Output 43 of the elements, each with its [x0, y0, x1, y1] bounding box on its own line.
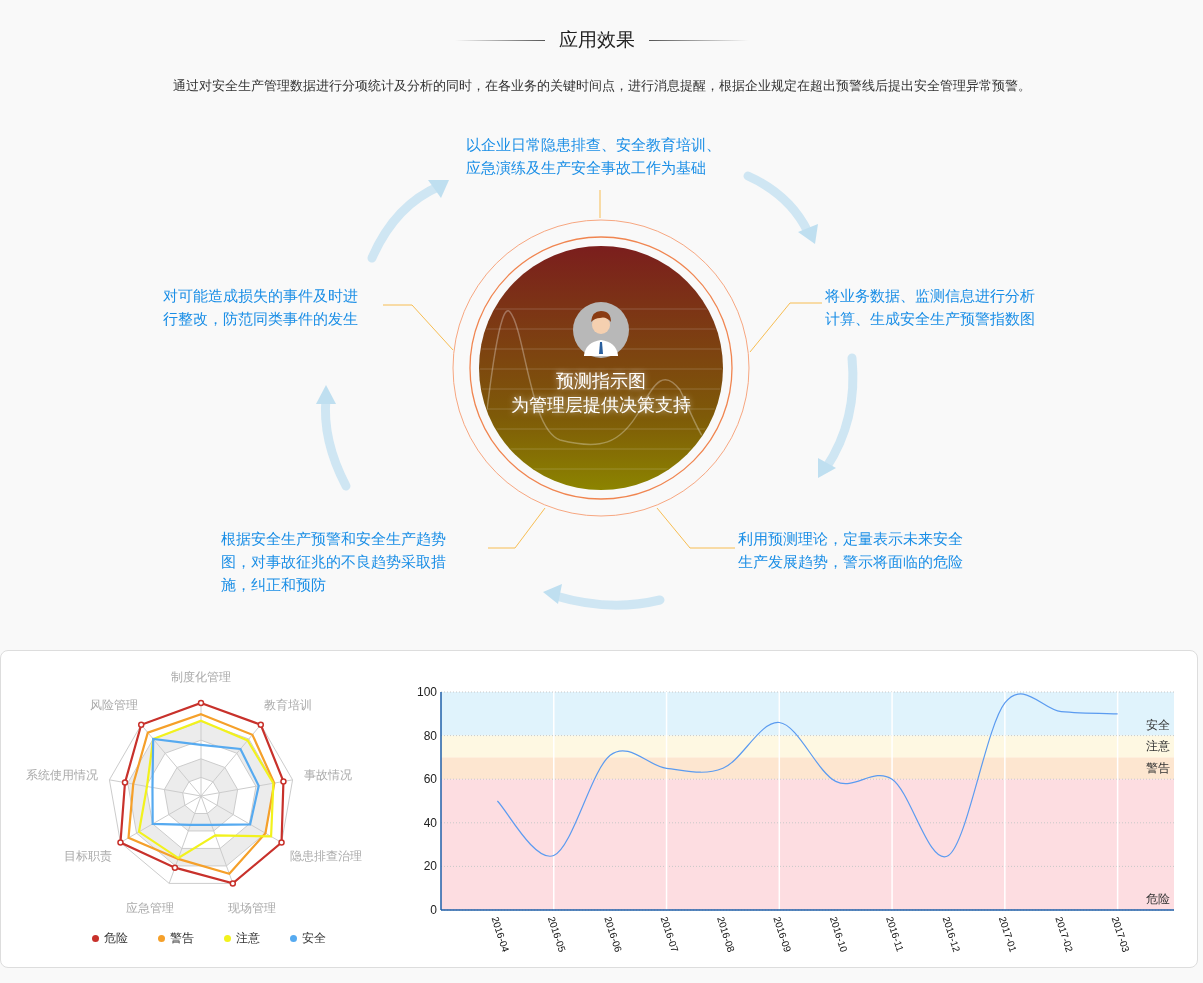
y-tick-label: 40 — [423, 815, 437, 830]
radar-axis-label: 目标职责 — [63, 848, 112, 863]
step-description: 以企业日常隐患排查、安全教育培训、 应急演练及生产安全事故工作为基础 — [466, 135, 721, 178]
connector-line — [599, 189, 601, 219]
step-description: 将业务数据、监测信息进行分析 计算、生成安全生产预警指数图 — [825, 286, 1035, 329]
legend-label[interactable]: 警告 — [170, 929, 194, 947]
connector-line — [382, 304, 454, 351]
x-tick-label: 2017-01 — [996, 915, 1019, 954]
radar-axis-label: 应急管理 — [126, 900, 175, 915]
radar-axis-label: 事故情况 — [304, 768, 353, 783]
center-caption: 预测指示图 为管理层提供决策支持 — [510, 370, 692, 417]
y-tick-label: 80 — [423, 728, 437, 743]
legend-label[interactable]: 危险 — [104, 929, 128, 947]
connector-line — [487, 507, 546, 549]
legend-label[interactable]: 注意 — [236, 929, 260, 947]
step-description: 根据安全生产预警和安全生产趋势 图，对事故征兆的不良趋势采取措 施，纠正和预防 — [221, 529, 446, 595]
x-tick-label: 2016-11 — [884, 915, 906, 953]
threshold-label: 安全 — [1146, 717, 1170, 732]
x-tick-label: 2017-03 — [1109, 915, 1132, 954]
threshold-label: 注意 — [1146, 739, 1170, 754]
threshold-label: 警告 — [1146, 761, 1170, 776]
threshold-label: 危险 — [1146, 892, 1170, 906]
y-tick-label: 0 — [430, 903, 437, 917]
section-description: 通过对安全生产管理数据进行分项统计及分析的同时，在各业务的关键时间点，进行消息提醒，根据企业规定在超出预警线后提出安全管理异常预警。 — [171, 76, 1032, 95]
x-tick-label: 2016-04 — [489, 915, 512, 954]
radar-axis-label: 制度化管理 — [171, 669, 231, 684]
step-description: 对可能造成损失的事件及时进 行整改，防范同类事件的发生 — [163, 286, 358, 329]
x-tick-label: 2016-07 — [658, 915, 681, 954]
y-tick-label: 60 — [423, 772, 437, 787]
radar-axis-label: 系统使用情况 — [25, 768, 98, 783]
x-tick-label: 2016-12 — [940, 915, 963, 954]
x-tick-label: 2016-10 — [827, 915, 850, 954]
legend-label[interactable]: 安全 — [302, 929, 326, 947]
section-title: 应用效果 — [558, 28, 635, 52]
y-tick-label: 20 — [423, 859, 437, 874]
person-avatar-icon — [573, 302, 629, 358]
x-tick-label: 2016-08 — [715, 915, 737, 954]
radar-axis-label: 风险管理 — [90, 697, 139, 712]
radar-axis-label: 现场管理 — [227, 900, 276, 915]
y-tick-label: 100 — [416, 685, 437, 699]
step-description: 利用预测理论，定量表示未来安全 生产发展趋势，警示将面临的危险 — [738, 529, 963, 572]
radar-axis-label: 隐患排查治理 — [290, 848, 363, 863]
radar-axis-label: 教育培训 — [263, 697, 312, 712]
